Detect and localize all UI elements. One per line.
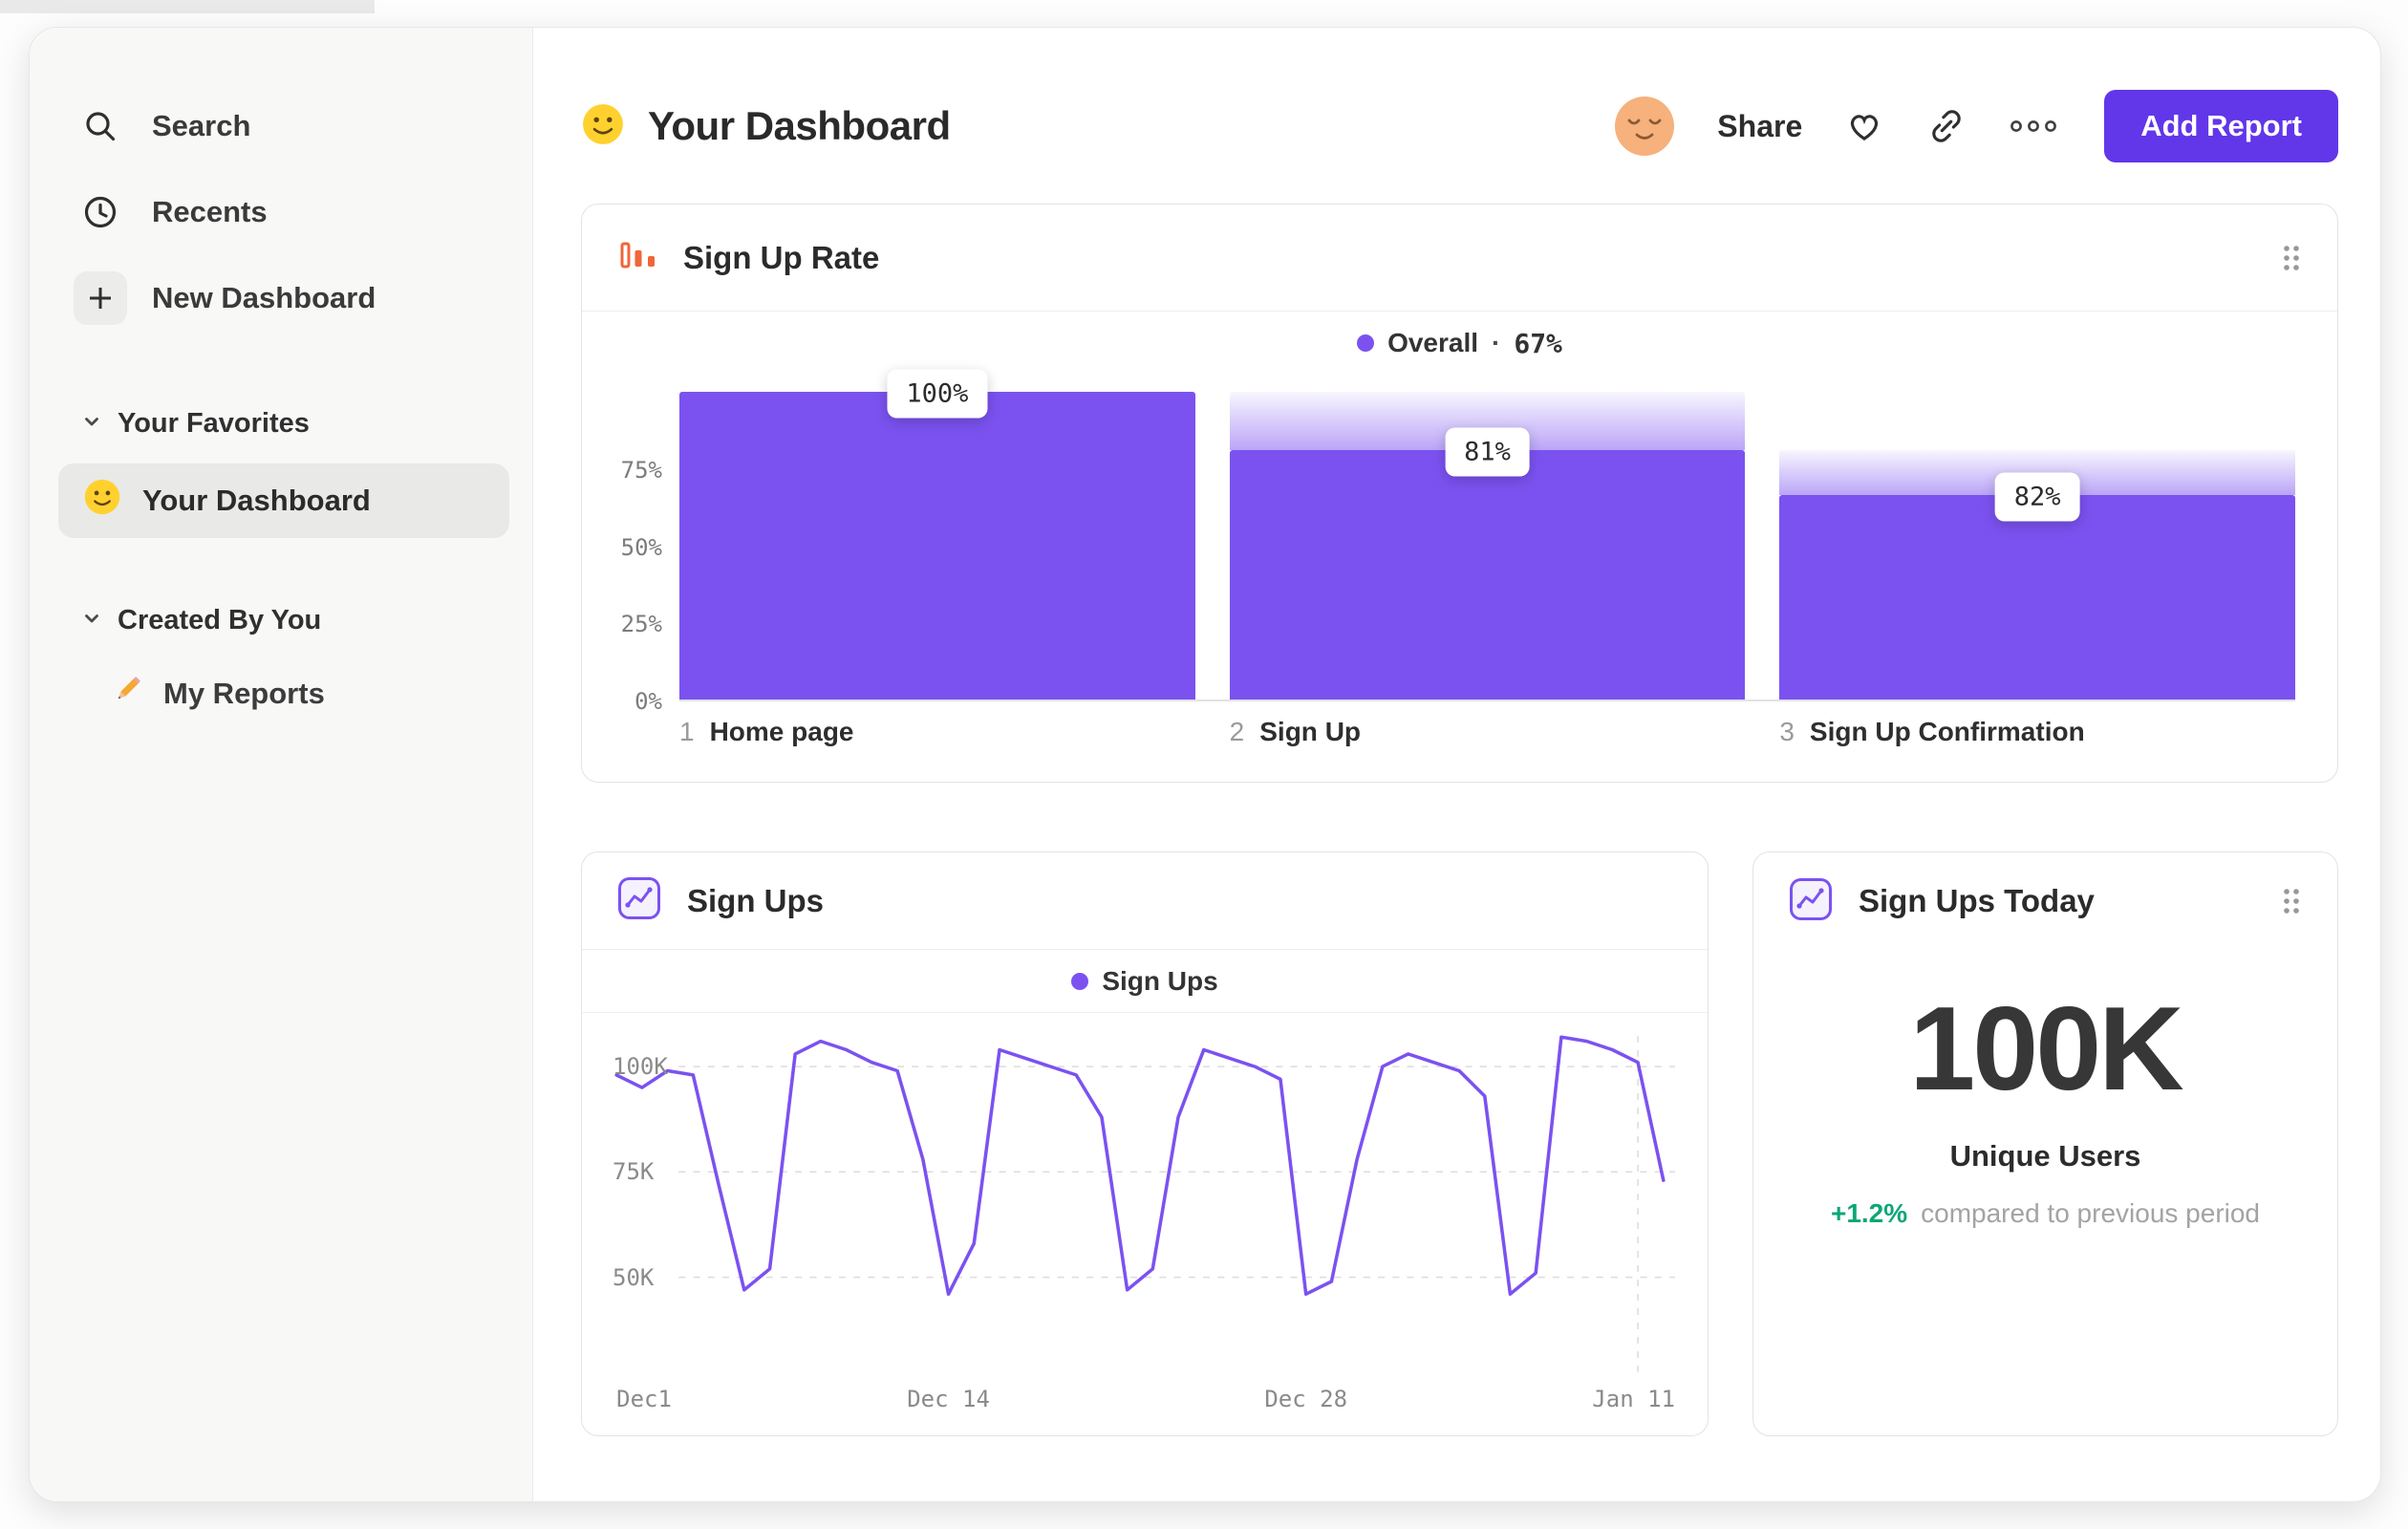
kpi-delta-row: +1.2% compared to previous period (1831, 1198, 2260, 1229)
funnel-bars: 100% 81% 82% (679, 369, 2296, 701)
line-y-tick-label: 100K (613, 1053, 668, 1081)
funnel-bar-step-2[interactable]: 81% (1229, 384, 1746, 700)
legend-label: Sign Ups (1102, 965, 1218, 996)
pencil-icon (110, 673, 144, 715)
section-title: Created By You (118, 604, 322, 635)
smiley-emoji-icon (83, 478, 121, 524)
card-header: Sign Up Rate (582, 205, 2337, 312)
created-section-header[interactable]: Created By You (72, 590, 504, 651)
legend-value: 67% (1514, 327, 1562, 359)
add-report-button[interactable]: Add Report (2104, 90, 2338, 162)
bottom-cards-row: Sign Ups Sign Ups 100K 75K 50K Dec1 Dec 14 D… (581, 851, 2338, 1436)
sign-ups-today-card: Sign Ups Today 100K Unique Users +1.2% c… (1752, 851, 2338, 1436)
funnel-y-axis: 75% 50% 25% 0% (620, 384, 679, 715)
funnel-step-label: 2 Sign Up (1229, 717, 1362, 746)
sidebar-item-label: My Reports (163, 677, 325, 710)
kpi-value: 100K (1909, 983, 2183, 1115)
line-x-tick-label: Dec 28 (1264, 1386, 1348, 1412)
funnel-y-tick: 25% (620, 611, 662, 638)
kpi-body: 100K Unique Users +1.2% compared to prev… (1753, 990, 2337, 1229)
avatar[interactable] (1614, 96, 1675, 157)
sign-ups-card: Sign Ups Sign Ups 100K 75K 50K Dec1 Dec 14 D… (581, 851, 1709, 1436)
funnel-conversion-badge: 81% (1445, 427, 1530, 477)
copy-link-icon[interactable] (1926, 106, 1967, 146)
favorites-section-header[interactable]: Your Favorites (72, 393, 504, 454)
kpi-delta-note: compared to previous period (1921, 1198, 2261, 1228)
funnel-y-tick: 75% (620, 457, 662, 485)
funnel-step-labels: 1 Home page 2 Sign Up 3 Sign Up Confirmation (679, 717, 2295, 747)
sidebar-item-my-reports[interactable]: My Reports (72, 658, 504, 729)
card-title: Sign Up Rate (683, 239, 880, 275)
funnel-bar-step-1[interactable]: 100% (679, 369, 1195, 700)
sidebar-item-search[interactable]: Search (72, 83, 504, 169)
line-chart-svg (614, 1035, 1675, 1374)
legend-label: Overall (1387, 328, 1479, 357)
line-x-tick-label: Dec 14 (907, 1386, 990, 1412)
line-y-tick-label: 75K (613, 1158, 655, 1186)
sidebar-item-your-dashboard[interactable]: Your Dashboard (58, 463, 509, 538)
smiley-emoji-icon (581, 102, 625, 151)
chevron-down-icon (81, 605, 102, 636)
line-x-tick-label: Dec1 (616, 1386, 672, 1412)
clock-icon (72, 193, 129, 231)
favorite-heart-icon[interactable] (1844, 106, 1884, 146)
dashboard-header: Your Dashboard Share Add Report (581, 85, 2338, 167)
share-button[interactable]: Share (1717, 109, 1802, 144)
background-window-edge (0, 0, 375, 13)
funnel-legend[interactable]: Overall · 67% (582, 312, 2337, 375)
funnel-bar (1779, 494, 2296, 700)
sidebar: Search Recents New Dashboard Your Favori… (30, 28, 533, 1501)
line-legend[interactable]: Sign Ups (582, 950, 1708, 1013)
line-x-labels: Dec1 Dec 14 Dec 28 Jan 11 (607, 1376, 1675, 1420)
sidebar-item-label: New Dashboard (152, 281, 376, 314)
sidebar-item-recents[interactable]: Recents (72, 169, 504, 255)
funnel-bar (679, 391, 1195, 700)
kpi-delta-value: +1.2% (1830, 1198, 1908, 1228)
funnel-chart: 75% 50% 25% 0% 100% 81% 82% (582, 369, 2337, 715)
funnel-step-label: 3 Sign Up Confirmation (1779, 717, 2085, 746)
sidebar-item-label: Search (152, 109, 251, 142)
sidebar-item-new-dashboard[interactable]: New Dashboard (72, 255, 504, 341)
orange-bar-chart-icon (616, 234, 658, 281)
sign-up-rate-card: Sign Up Rate Overall · 67% 75% 50% 25% 0% 1… (581, 204, 2338, 783)
app-window: Search Recents New Dashboard Your Favori… (29, 27, 2381, 1502)
funnel-conversion-badge: 82% (1994, 472, 2080, 522)
main-content: Your Dashboard Share Add Report Sign Up … (533, 28, 2380, 1501)
search-icon (72, 107, 129, 145)
funnel-bar (1229, 449, 1746, 700)
funnel-y-tick: 50% (620, 533, 662, 561)
funnel-bar-step-3[interactable]: 82% (1779, 384, 2296, 700)
purple-line-chart-icon (1788, 876, 1834, 927)
purple-line-chart-icon (616, 875, 662, 926)
kpi-metric-label: Unique Users (1949, 1139, 2141, 1173)
funnel-step-label: 1 Home page (679, 717, 854, 746)
chevron-down-icon (81, 408, 102, 440)
header-actions: Share Add Report (1614, 90, 2338, 162)
legend-dot (1357, 334, 1375, 352)
line-chart-plot[interactable]: 100K 75K 50K (607, 1024, 1675, 1374)
sidebar-item-label: Recents (152, 195, 268, 228)
card-title: Sign Ups (687, 882, 825, 918)
card-header: Sign Ups Today (1753, 852, 2337, 950)
page-title: Your Dashboard (648, 103, 951, 148)
line-y-tick-label: 50K (613, 1263, 655, 1291)
legend-dot (1071, 972, 1089, 990)
drag-handle-icon[interactable] (2280, 243, 2303, 273)
legend-separator: · (1492, 328, 1501, 357)
plus-icon (72, 271, 129, 325)
funnel-conversion-badge: 100% (887, 369, 988, 419)
sidebar-item-label: Your Dashboard (142, 484, 371, 517)
funnel-y-tick: 0% (634, 688, 662, 715)
card-title: Sign Ups Today (1859, 883, 2095, 918)
card-header: Sign Ups (582, 852, 1708, 950)
line-x-tick-label: Jan 11 (1592, 1386, 1675, 1412)
section-title: Your Favorites (118, 407, 310, 439)
drag-handle-icon[interactable] (2280, 886, 2303, 916)
more-options-icon[interactable] (2009, 117, 2058, 136)
